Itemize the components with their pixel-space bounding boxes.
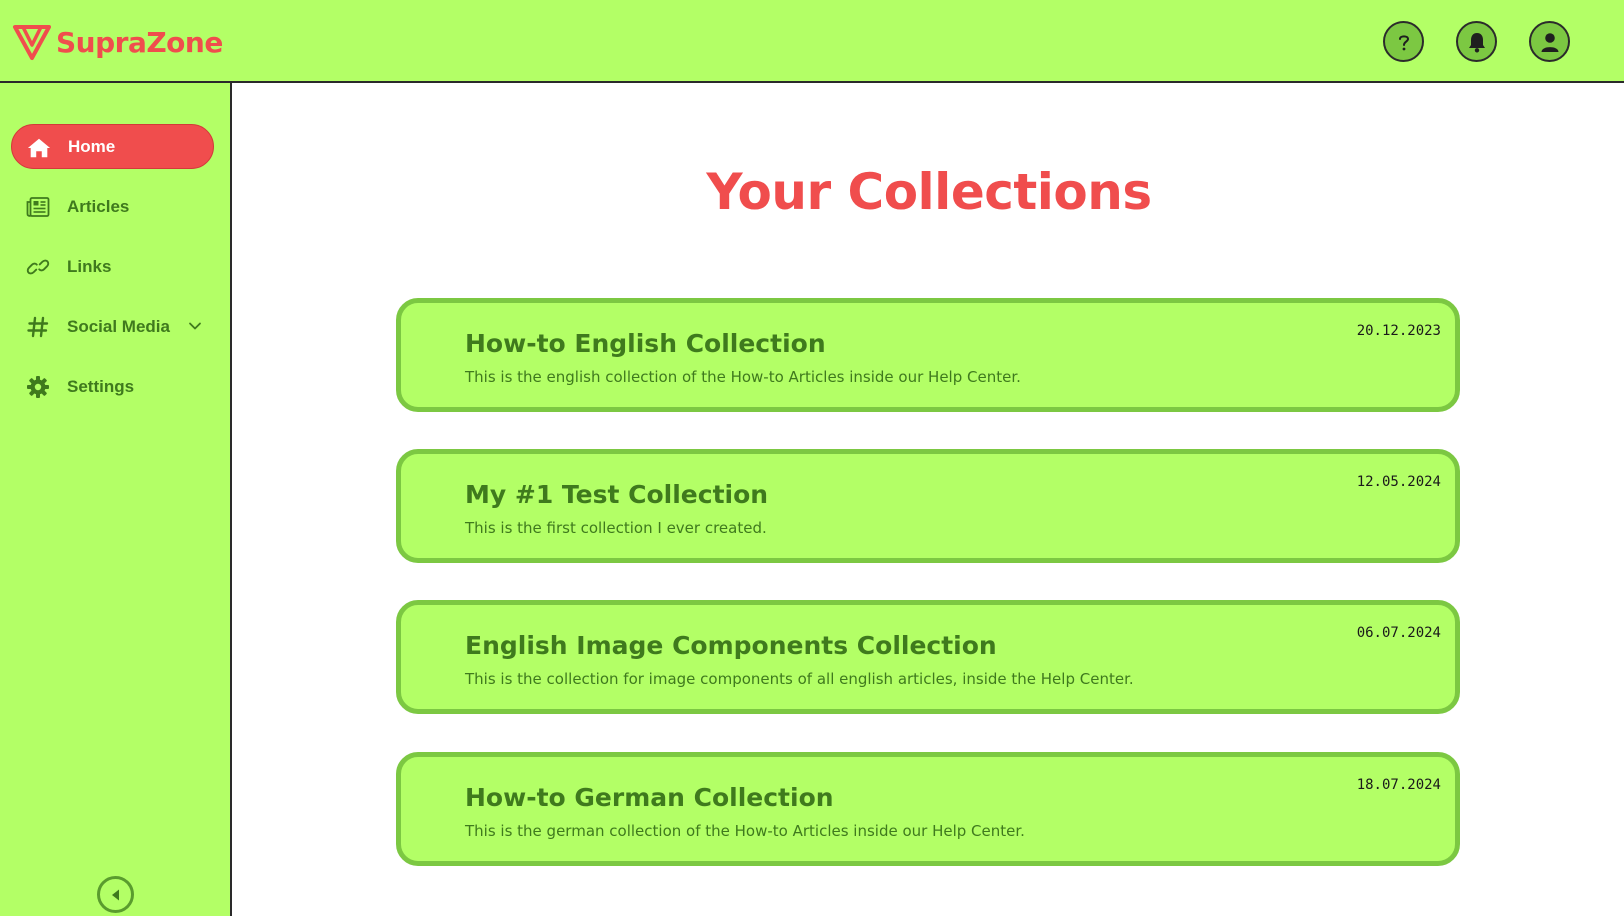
collection-date: 06.07.2024: [1356, 625, 1441, 641]
sidebar-item-label: Social Media: [67, 316, 170, 336]
bell-icon: [1468, 32, 1485, 52]
hashtag-icon: [26, 315, 50, 339]
collection-title: How-to English Collection: [465, 329, 826, 358]
help-icon: [1398, 34, 1409, 50]
collection-date: 18.07.2024: [1356, 777, 1441, 793]
brand-name: SupraZone: [56, 25, 223, 59]
logo-mark-icon: [13, 25, 51, 60]
collection-card[interactable]: English Image Components Collection This…: [396, 600, 1460, 714]
sidebar-item-home[interactable]: Home: [11, 124, 214, 169]
user-icon: [1541, 32, 1558, 52]
collection-date: 20.12.2023: [1356, 323, 1441, 339]
notifications-button[interactable]: [1456, 21, 1497, 62]
collection-title: English Image Components Collection: [465, 631, 997, 660]
sidebar: Home Articles Links Social Media Setting…: [0, 83, 232, 916]
collection-card[interactable]: My #1 Test Collection This is the first …: [396, 449, 1460, 563]
chevron-down-icon[interactable]: [188, 319, 202, 338]
link-icon: [26, 255, 50, 279]
collection-title: How-to German Collection: [465, 783, 834, 812]
collection-description: This is the collection for image compone…: [465, 670, 1134, 688]
collection-description: This is the english collection of the Ho…: [465, 368, 1021, 386]
sidebar-item-social-media[interactable]: Social Media: [11, 304, 214, 349]
brand-logo[interactable]: SupraZone: [12, 22, 223, 62]
collection-description: This is the first collection I ever crea…: [465, 519, 767, 537]
top-bar: SupraZone: [0, 0, 1624, 83]
sidebar-collapse-button[interactable]: [97, 876, 134, 913]
sidebar-item-links[interactable]: Links: [11, 244, 214, 289]
sidebar-item-label: Links: [67, 256, 112, 276]
sidebar-item-settings[interactable]: Settings: [11, 364, 214, 409]
page-title: Your Collections: [706, 163, 1152, 221]
collection-card[interactable]: How-to English Collection This is the en…: [396, 298, 1460, 412]
help-button[interactable]: [1383, 21, 1424, 62]
sidebar-item-label: Home: [68, 136, 116, 156]
profile-button[interactable]: [1529, 21, 1570, 62]
sidebar-item-label: Articles: [67, 196, 130, 216]
collection-date: 12.05.2024: [1356, 474, 1441, 490]
collection-card[interactable]: How-to German Collection This is the ger…: [396, 752, 1460, 866]
sidebar-item-label: Settings: [67, 376, 135, 396]
collection-title: My #1 Test Collection: [465, 480, 769, 509]
collection-description: This is the german collection of the How…: [465, 822, 1025, 840]
home-icon: [27, 136, 51, 160]
sidebar-item-articles[interactable]: Articles: [11, 184, 214, 229]
collapse-left-icon: [111, 889, 119, 900]
main-content: Your Collections How-to English Collecti…: [234, 85, 1624, 916]
newspaper-icon: [26, 195, 50, 219]
gear-icon: [26, 375, 50, 399]
